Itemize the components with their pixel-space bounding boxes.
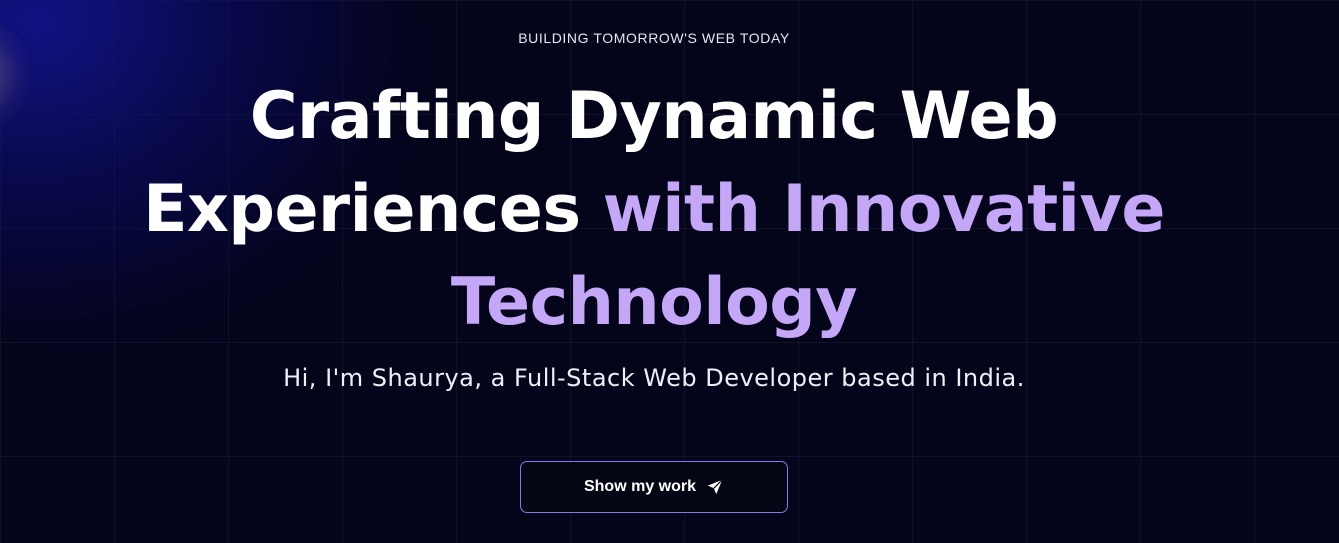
headline-line-2-accent: with Innovative bbox=[602, 172, 1166, 247]
show-my-work-label: Show my work bbox=[583, 478, 697, 495]
hero-section: BUILDING TOMORROW'S WEB TODAY Crafting D… bbox=[0, 0, 1339, 543]
hero-headline: Crafting Dynamic Web Experiences with In… bbox=[0, 70, 1308, 349]
hero-eyebrow: BUILDING TOMORROW'S WEB TODAY bbox=[518, 30, 790, 46]
paper-plane-icon bbox=[706, 478, 724, 496]
headline-line-3-accent: Technology bbox=[450, 265, 858, 340]
headline-line-1: Crafting Dynamic Web bbox=[249, 79, 1059, 154]
headline-line-2-plain: Experiences bbox=[143, 172, 603, 247]
show-my-work-button[interactable]: Show my work bbox=[520, 461, 788, 513]
hero-subtitle: Hi, I'm Shaurya, a Full-Stack Web Develo… bbox=[283, 364, 1025, 392]
